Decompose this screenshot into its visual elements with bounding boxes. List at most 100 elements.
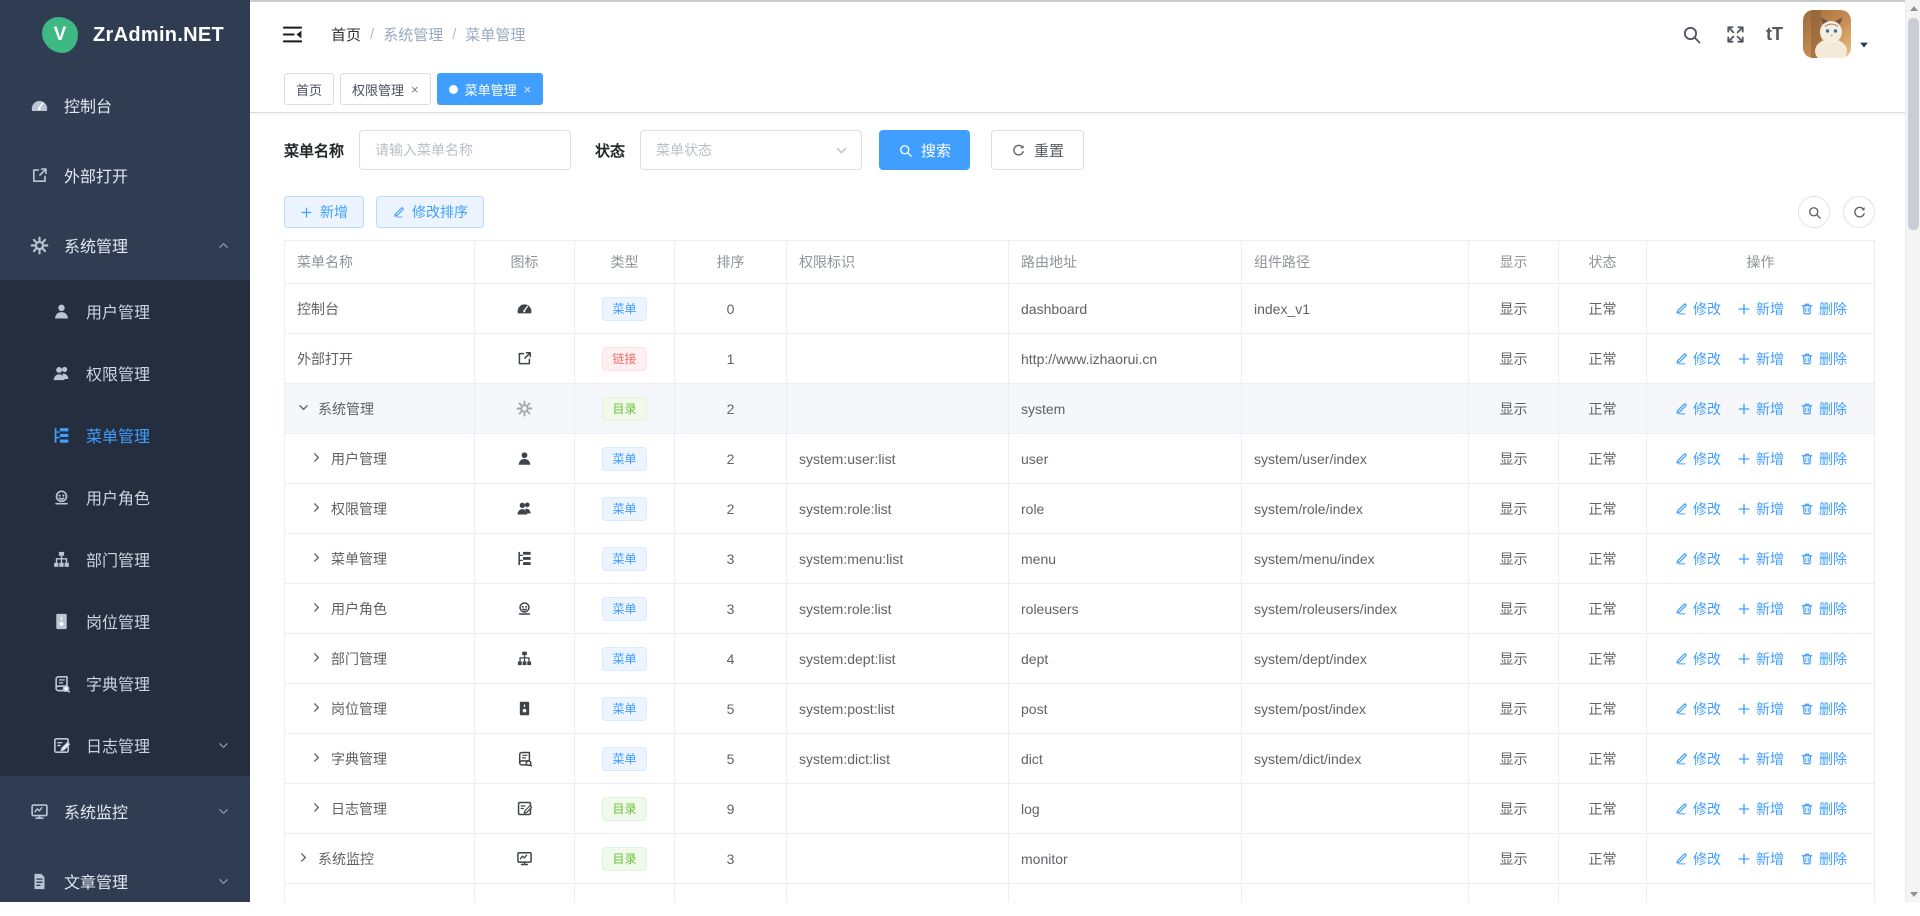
edit-row-link[interactable]: 修改 bbox=[1674, 499, 1721, 519]
delete-row-link[interactable]: 删除 bbox=[1800, 649, 1847, 669]
close-tab-icon[interactable]: × bbox=[411, 83, 419, 96]
tab-permission-management[interactable]: 权限管理 × bbox=[340, 73, 431, 105]
add-row-link[interactable]: 新增 bbox=[1737, 599, 1784, 619]
refresh-table-button[interactable] bbox=[1843, 196, 1875, 228]
table-row[interactable]: 菜单管理 菜单 3 system:menu:list menu system/m… bbox=[285, 534, 1874, 584]
close-tab-icon[interactable]: × bbox=[524, 83, 532, 96]
sidebar-item-external-open[interactable]: 外部打开 bbox=[0, 140, 250, 210]
add-row-link[interactable]: 新增 bbox=[1737, 449, 1784, 469]
sidebar-item-department-management[interactable]: 部门管理 bbox=[0, 528, 250, 590]
expand-row-icon[interactable] bbox=[310, 751, 325, 766]
sidebar-collapse-icon[interactable] bbox=[281, 23, 304, 46]
scroll-down-arrow[interactable] bbox=[1906, 886, 1920, 902]
tab-menu-management[interactable]: 菜单管理 × bbox=[437, 73, 544, 105]
delete-row-link[interactable]: 删除 bbox=[1800, 599, 1847, 619]
table-row[interactable]: 用户角色 菜单 3 system:role:list roleusers sys… bbox=[285, 584, 1874, 634]
scrollbar-thumb[interactable] bbox=[1908, 18, 1919, 230]
expand-row-icon[interactable] bbox=[310, 551, 325, 566]
add-row-link[interactable]: 新增 bbox=[1737, 299, 1784, 319]
add-row-link[interactable]: 新增 bbox=[1737, 499, 1784, 519]
table-row[interactable]: 用户管理 菜单 2 system:user:list user system/u… bbox=[285, 434, 1874, 484]
expand-row-icon[interactable] bbox=[297, 851, 312, 866]
add-row-link[interactable]: 新增 bbox=[1737, 399, 1784, 419]
edit-row-link[interactable]: 修改 bbox=[1674, 549, 1721, 569]
edit-sort-button[interactable]: 修改排序 bbox=[376, 196, 484, 228]
delete-row-link[interactable]: 删除 bbox=[1800, 699, 1847, 719]
edit-row-link[interactable]: 修改 bbox=[1674, 699, 1721, 719]
table-row[interactable]: 权限管理 菜单 2 system:role:list role system/r… bbox=[285, 484, 1874, 534]
delete-row-link[interactable]: 删除 bbox=[1800, 799, 1847, 819]
delete-row-link[interactable]: 删除 bbox=[1800, 499, 1847, 519]
edit-row-link[interactable]: 修改 bbox=[1674, 299, 1721, 319]
menu-name-input[interactable] bbox=[359, 130, 571, 170]
collapse-row-icon[interactable] bbox=[297, 401, 312, 416]
edit-row-link[interactable]: 修改 bbox=[1674, 349, 1721, 369]
table-row[interactable]: 系统管理 目录 2 system 显示 正常 修改 新增 删除 bbox=[285, 384, 1874, 434]
search-icon[interactable] bbox=[1681, 24, 1702, 45]
reset-button[interactable]: 重置 bbox=[991, 130, 1084, 170]
delete-row-link[interactable]: 删除 bbox=[1800, 849, 1847, 869]
table-row[interactable]: 外部打开 链接 1 http://www.izhaorui.cn 显示 正常 修… bbox=[285, 334, 1874, 384]
font-size-icon[interactable]: tT bbox=[1766, 25, 1783, 43]
expand-row-icon[interactable] bbox=[310, 801, 325, 816]
expand-row-icon[interactable] bbox=[310, 451, 325, 466]
breadcrumb-system[interactable]: 系统管理 bbox=[383, 24, 443, 45]
breadcrumb: 首页 / 系统管理 / 菜单管理 bbox=[331, 24, 525, 45]
expand-row-icon[interactable] bbox=[310, 701, 325, 716]
add-row-link[interactable]: 新增 bbox=[1737, 749, 1784, 769]
fullscreen-icon[interactable] bbox=[1725, 24, 1746, 45]
delete-row-link[interactable]: 删除 bbox=[1800, 449, 1847, 469]
sidebar-item-user-roles[interactable]: 用户角色 bbox=[0, 466, 250, 528]
expand-row-icon[interactable] bbox=[310, 601, 325, 616]
expand-row-icon[interactable] bbox=[310, 501, 325, 516]
edit-row-link[interactable]: 修改 bbox=[1674, 449, 1721, 469]
table-row[interactable]: 控制台 菜单 0 dashboard index_v1 显示 正常 修改 新增 … bbox=[285, 284, 1874, 334]
sidebar-item-log-management[interactable]: 日志管理 bbox=[0, 714, 250, 776]
breadcrumb-home[interactable]: 首页 bbox=[331, 24, 361, 45]
scroll-up-arrow[interactable] bbox=[1906, 0, 1920, 16]
menu-status-select[interactable]: 菜单状态 bbox=[640, 130, 862, 170]
edit-row-link[interactable]: 修改 bbox=[1674, 799, 1721, 819]
add-row-link[interactable]: 新增 bbox=[1737, 349, 1784, 369]
tab-home[interactable]: 首页 bbox=[284, 73, 334, 105]
table-row[interactable]: 岗位管理 菜单 5 system:post:list post system/p… bbox=[285, 684, 1874, 734]
table-row[interactable]: 系统监控 目录 3 monitor 显示 正常 修改 新增 删除 bbox=[285, 834, 1874, 884]
delete-row-link[interactable]: 删除 bbox=[1800, 399, 1847, 419]
table-row[interactable]: 部门管理 菜单 4 system:dept:list dept system/d… bbox=[285, 634, 1874, 684]
cell-component-path: system/role/index bbox=[1242, 484, 1469, 533]
caret-down-icon[interactable] bbox=[1858, 39, 1870, 51]
sidebar-item-dictionary-management[interactable]: 字典管理 bbox=[0, 652, 250, 714]
sidebar-item-label: 文章管理 bbox=[64, 869, 128, 893]
add-row-link[interactable]: 新增 bbox=[1737, 699, 1784, 719]
add-row-link[interactable]: 新增 bbox=[1737, 799, 1784, 819]
expand-row-icon[interactable] bbox=[310, 651, 325, 666]
delete-row-link[interactable]: 删除 bbox=[1800, 349, 1847, 369]
edit-row-link[interactable]: 修改 bbox=[1674, 849, 1721, 869]
user-avatar[interactable] bbox=[1803, 10, 1851, 58]
sidebar-item-article-management[interactable]: 文章管理 bbox=[0, 846, 250, 916]
show-search-button[interactable] bbox=[1798, 196, 1830, 228]
edit-row-link[interactable]: 修改 bbox=[1674, 599, 1721, 619]
edit-sort-button-label: 修改排序 bbox=[412, 202, 468, 222]
sidebar-item-dashboard[interactable]: 控制台 bbox=[0, 70, 250, 140]
table-row[interactable]: 字典管理 菜单 5 system:dict:list dict system/d… bbox=[285, 734, 1874, 784]
search-button[interactable]: 搜索 bbox=[879, 130, 970, 170]
table-row[interactable]: 日志管理 目录 9 log 显示 正常 修改 新增 删除 bbox=[285, 784, 1874, 834]
add-row-link[interactable]: 新增 bbox=[1737, 649, 1784, 669]
sidebar-item-system-management[interactable]: 系统管理 bbox=[0, 210, 250, 280]
edit-row-link[interactable]: 修改 bbox=[1674, 749, 1721, 769]
sidebar-item-post-management[interactable]: 岗位管理 bbox=[0, 590, 250, 652]
edit-row-link[interactable]: 修改 bbox=[1674, 649, 1721, 669]
delete-row-link[interactable]: 删除 bbox=[1800, 549, 1847, 569]
add-menu-button[interactable]: 新增 bbox=[284, 196, 364, 228]
sidebar-item-system-monitor[interactable]: 系统监控 bbox=[0, 776, 250, 846]
delete-row-link[interactable]: 删除 bbox=[1800, 749, 1847, 769]
edit-row-link[interactable]: 修改 bbox=[1674, 399, 1721, 419]
page-scrollbar[interactable] bbox=[1905, 0, 1920, 902]
sidebar-item-menu-management[interactable]: 菜单管理 bbox=[0, 404, 250, 466]
add-row-link[interactable]: 新增 bbox=[1737, 849, 1784, 869]
add-row-link[interactable]: 新增 bbox=[1737, 549, 1784, 569]
delete-row-link[interactable]: 删除 bbox=[1800, 299, 1847, 319]
sidebar-item-user-management[interactable]: 用户管理 bbox=[0, 280, 250, 342]
sidebar-item-permission-management[interactable]: 权限管理 bbox=[0, 342, 250, 404]
